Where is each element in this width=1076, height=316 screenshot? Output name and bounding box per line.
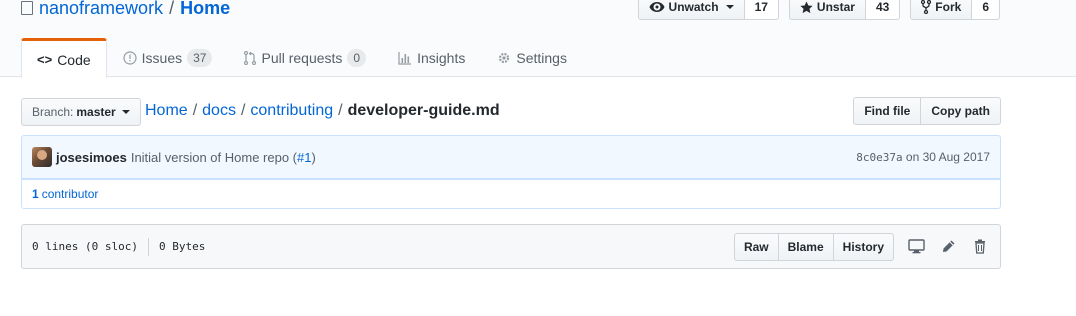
repo-forked-icon [921, 0, 932, 14]
star-group: Unstar 43 [788, 0, 901, 20]
breadcrumb-separator: / [240, 102, 246, 119]
gear-icon [499, 52, 510, 64]
tab-pull-requests-label: Pull requests [261, 50, 343, 66]
unwatch-button[interactable]: Unwatch [637, 0, 745, 20]
pencil-icon[interactable] [938, 237, 958, 257]
blame-button[interactable]: Blame [778, 232, 834, 261]
forks-count[interactable]: 6 [972, 0, 1000, 20]
repo-nav: <> Code Issues 37 Pull requests 0 Insigh… [21, 38, 583, 78]
chevron-down-icon [725, 5, 734, 9]
fork-label: Fork [935, 0, 962, 14]
eye-icon [649, 2, 665, 12]
repo-title: nanoframework / Home [21, 0, 230, 20]
stargazers-count[interactable]: 43 [865, 0, 901, 20]
pull-requests-counter: 0 [347, 49, 367, 67]
unwatch-label: Unwatch [668, 0, 719, 14]
tab-issues-label: Issues [141, 50, 183, 66]
issues-counter: 37 [187, 49, 213, 67]
tab-pull-requests[interactable]: Pull requests 0 [228, 38, 382, 77]
commit-issue-link[interactable]: #1 [297, 150, 311, 165]
tab-code[interactable]: <> Code [21, 38, 107, 78]
repo-name-link[interactable]: Home [180, 0, 230, 20]
file-info: 0 lines (0 sloc) 0 Bytes [32, 237, 206, 256]
breadcrumb-docs-link[interactable]: docs [202, 102, 236, 119]
find-file-button[interactable]: Find file [853, 97, 922, 125]
file-info-divider [147, 237, 149, 256]
commit-sha-link[interactable]: 8c0e37a [856, 151, 902, 164]
breadcrumb-file-name: developer-guide.md [347, 102, 500, 119]
commit-message-text: Initial version of Home repo ( [130, 149, 298, 165]
file-navigation-buttons: Find file Copy path [853, 97, 1001, 125]
branch-select-button[interactable]: Branch: master [21, 98, 141, 126]
graph-icon [398, 52, 412, 65]
repo-icon [21, 1, 33, 15]
watch-group: Unwatch 17 [637, 0, 779, 20]
chevron-down-icon [121, 110, 130, 114]
tab-settings-label: Settings [516, 50, 567, 66]
star-icon [800, 0, 813, 13]
commit-date: on 30 Aug 2017 [905, 150, 990, 164]
unstar-button[interactable]: Unstar [788, 0, 866, 20]
unstar-label: Unstar [816, 0, 855, 14]
commit-message[interactable]: Initial version of Home repo (#1) [131, 150, 316, 165]
issue-opened-icon [123, 51, 137, 65]
contributors-link[interactable]: 1 contributor [21, 179, 1001, 209]
tab-settings[interactable]: Settings [481, 38, 583, 77]
avatar[interactable] [32, 147, 52, 167]
breadcrumb-separator: / [192, 102, 198, 119]
raw-button[interactable]: Raw [733, 232, 779, 261]
file-size: 0 Bytes [158, 240, 206, 253]
fork-group: Fork 6 [910, 0, 1000, 20]
contributors-label: contributor [41, 187, 99, 201]
trashcan-icon[interactable] [970, 237, 990, 257]
commit-author-link[interactable]: josesimoes [56, 150, 127, 165]
file-actions: Raw Blame History [733, 232, 990, 261]
breadcrumb-separator: / [338, 102, 343, 119]
file-header: 0 lines (0 sloc) 0 Bytes Raw Blame Histo… [21, 224, 1001, 269]
breadcrumb-root-link[interactable]: Home [145, 102, 188, 119]
copy-path-button[interactable]: Copy path [921, 97, 1001, 125]
commit-meta: 8c0e37a on 30 Aug 2017 [856, 150, 990, 164]
file-line-count: 0 lines (0 sloc) [32, 240, 138, 253]
breadcrumb-contributing-link[interactable]: contributing [250, 102, 333, 119]
desktop-icon[interactable] [906, 237, 926, 257]
code-icon: <> [37, 52, 53, 67]
tab-issues[interactable]: Issues 37 [107, 38, 229, 77]
pagehead-actions: Unwatch 17 Unstar 43 Fork 6 [637, 0, 1000, 20]
tab-insights[interactable]: Insights [382, 38, 481, 77]
repo-owner-link[interactable]: nanoframework [39, 0, 163, 20]
repo-title-separator: / [169, 0, 175, 18]
commit-message-end: ) [311, 149, 316, 165]
contributors-count: 1 [32, 187, 39, 201]
history-button[interactable]: History [833, 232, 894, 261]
tab-code-label: Code [57, 51, 91, 68]
git-pull-request-icon [244, 51, 257, 65]
branch-label: Branch: [32, 105, 74, 119]
branch-name: master [76, 105, 116, 119]
tab-insights-label: Insights [417, 50, 466, 66]
fork-button[interactable]: Fork [910, 0, 973, 20]
file-view-buttons: Raw Blame History [733, 232, 894, 261]
breadcrumb: Home / docs / contributing / developer-guide.m… [145, 100, 500, 122]
commit-tease: josesimoes Initial version of Home repo … [21, 135, 1001, 179]
watchers-count[interactable]: 17 [744, 0, 779, 20]
